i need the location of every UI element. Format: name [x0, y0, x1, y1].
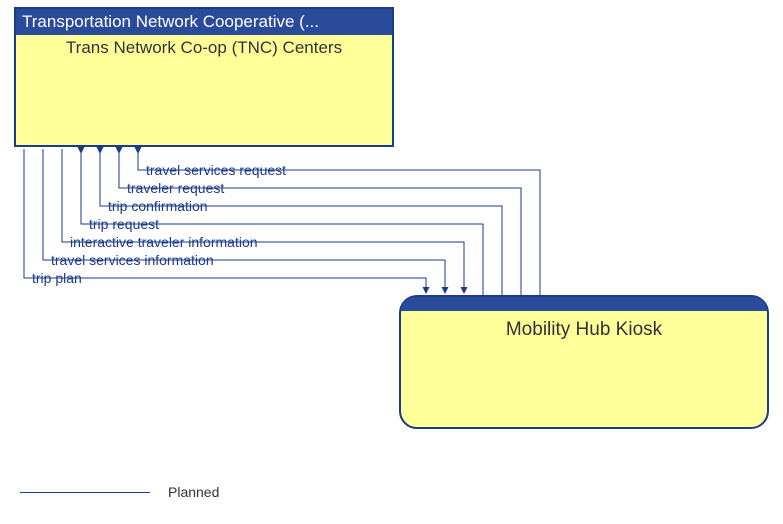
tnc-subtitle: Trans Network Co-op (TNC) Centers: [16, 35, 392, 61]
tnc-centers-box: Transportation Network Cooperative (... …: [14, 7, 394, 147]
flow-label-trip-confirmation: trip confirmation: [108, 198, 208, 214]
kiosk-header-bar: [401, 297, 767, 311]
flow-label-travel-services-request: travel services request: [146, 162, 286, 178]
legend-label-planned: Planned: [168, 484, 219, 500]
legend-line-planned: [20, 492, 150, 493]
tnc-header: Transportation Network Cooperative (...: [16, 9, 392, 35]
mobility-hub-kiosk-box: Mobility Hub Kiosk: [399, 295, 769, 429]
flow-label-trip-request: trip request: [89, 216, 159, 232]
flow-label-traveler-request: traveler request: [127, 180, 224, 196]
kiosk-label: Mobility Hub Kiosk: [401, 311, 767, 349]
flow-label-travel-services-info: travel services information: [51, 252, 214, 268]
flow-label-trip-plan: trip plan: [32, 270, 82, 286]
flow-label-interactive-traveler-info: interactive traveler information: [70, 234, 258, 250]
